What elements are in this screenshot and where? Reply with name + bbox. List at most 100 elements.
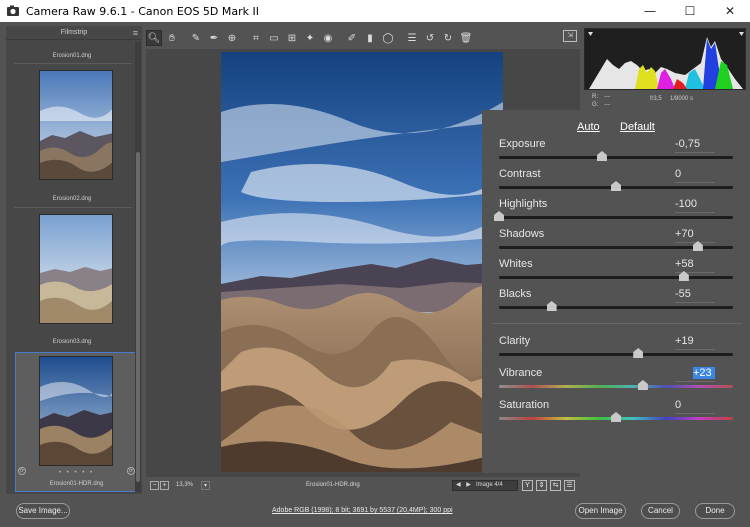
slider-value[interactable]: -0,75 xyxy=(675,138,715,150)
slider-vibrance[interactable]: Vibrance +23 xyxy=(499,367,735,397)
r-label: R: xyxy=(592,94,598,100)
slider-knob[interactable] xyxy=(611,412,621,422)
slider-highlights[interactable]: Highlights -100 xyxy=(494,198,735,228)
spot-removal-icon[interactable]: ✦ xyxy=(302,30,318,46)
toggle-settings-button[interactable]: ☰ xyxy=(564,480,575,491)
value-underline xyxy=(675,381,715,382)
thumbnail-erosion02[interactable] xyxy=(39,70,113,180)
slider-value[interactable]: +70 xyxy=(675,228,715,240)
slider-saturation[interactable]: Saturation 0 xyxy=(499,399,735,429)
open-image-button[interactable]: Open Image xyxy=(575,503,626,519)
filmstrip-header: Filmstrip ≡ xyxy=(6,26,142,40)
nav-arrows[interactable]: ◀ ▶ xyxy=(456,481,473,490)
toolbar: 🔍︎ ✋︎ ✎ ✒ ⊕ ⌗ ▭ ⊞ ✦ ◉ ✐ ▮ ◯ ☰ ↺ ↻ 🗑︎ xyxy=(146,28,580,48)
slider-label: Exposure xyxy=(499,138,546,150)
slider-value[interactable]: -100 xyxy=(675,198,715,210)
camera-raw-app-icon xyxy=(7,5,19,16)
radial-filter-icon[interactable]: ◯ xyxy=(380,30,396,46)
slider-label: Blacks xyxy=(499,288,532,300)
slider-value[interactable]: -55 xyxy=(675,288,715,300)
scrollbar-thumb[interactable] xyxy=(136,152,140,482)
slider-clarity[interactable]: Clarity +19 xyxy=(499,335,735,365)
slider-knob[interactable] xyxy=(633,348,644,358)
thumbnail-name: Erosion01.dng xyxy=(52,53,92,59)
filmstrip-panel: Filmstrip ≡ Erosion01.dng Erosion02.dng … xyxy=(6,26,142,494)
close-button[interactable]: ✕ xyxy=(710,0,750,22)
minimize-button[interactable]: — xyxy=(630,0,670,22)
before-after-button[interactable]: Y xyxy=(522,480,533,491)
rotate-left-icon[interactable]: ↺ xyxy=(422,30,438,46)
slider-track[interactable] xyxy=(499,306,733,309)
value-underline xyxy=(675,242,715,243)
default-link[interactable]: Default xyxy=(620,121,655,133)
slider-value[interactable]: +58 xyxy=(675,258,715,270)
swap-settings-button[interactable]: ⇕ xyxy=(536,480,547,491)
slider-whites[interactable]: Whites +58 xyxy=(499,258,735,288)
slider-exposure[interactable]: Exposure -0,75 xyxy=(499,138,735,168)
done-button[interactable]: Done xyxy=(695,503,735,519)
white-balance-icon[interactable]: ✎ xyxy=(188,30,204,46)
thumbnail-name: Erosion01-HDR.dng xyxy=(49,481,104,487)
workflow-options-link[interactable]: Adobe RGB (1998); 8 bit; 3691 by 5537 (2… xyxy=(272,507,453,514)
rotate-right-icon[interactable]: ↻ xyxy=(440,30,456,46)
targeted-adjustment-icon[interactable]: ⊕ xyxy=(224,30,240,46)
slider-value[interactable]: 0 xyxy=(675,399,715,411)
slider-track[interactable] xyxy=(499,353,733,356)
auto-link[interactable]: Auto xyxy=(577,121,600,133)
transform-icon[interactable]: ⊞ xyxy=(284,30,300,46)
slider-knob[interactable] xyxy=(494,211,504,221)
filmstrip-scrollbar[interactable] xyxy=(135,42,141,492)
slider-knob[interactable] xyxy=(596,151,607,161)
straighten-icon[interactable]: ▭ xyxy=(266,30,282,46)
trash-icon[interactable]: 🗑︎ xyxy=(458,30,474,46)
color-sampler-icon[interactable]: ✒ xyxy=(206,30,222,46)
preview-image xyxy=(221,52,503,472)
window-title: Camera Raw 9.6.1 - Canon EOS 5D Mark II xyxy=(26,4,260,18)
slider-knob[interactable] xyxy=(637,380,648,390)
save-image-button[interactable]: Save Image... xyxy=(16,503,70,519)
title-bar: Camera Raw 9.6.1 - Canon EOS 5D Mark II … xyxy=(0,0,750,22)
value-underline xyxy=(675,349,715,350)
thumbnail-selected[interactable]: ⟳ ⟳ • • • • • Erosion01-HDR.dng xyxy=(15,352,138,492)
graduated-filter-icon[interactable]: ▮ xyxy=(362,30,378,46)
histogram xyxy=(584,28,746,90)
zoom-out-button[interactable]: − xyxy=(150,481,159,490)
canvas-status-bar: − + 13,3% ▾ Erosion01-HDR.dng ◀ ▶ Image … xyxy=(146,479,580,493)
thumbnail-erosion03[interactable] xyxy=(39,214,113,324)
zoom-dropdown-icon[interactable]: ▾ xyxy=(201,481,210,490)
slider-knob[interactable] xyxy=(546,301,557,311)
slider-value[interactable]: +19 xyxy=(675,335,715,347)
slider-track[interactable] xyxy=(499,385,733,388)
slider-label: Saturation xyxy=(499,399,550,411)
slider-knob[interactable] xyxy=(611,181,621,191)
hand-tool-icon[interactable]: ✋︎ xyxy=(164,30,180,46)
slider-value[interactable]: 0 xyxy=(675,168,715,180)
maximize-button[interactable]: ☐ xyxy=(670,0,710,22)
adjustment-brush-icon[interactable]: ✐ xyxy=(344,30,360,46)
slider-blacks[interactable]: Blacks -55 xyxy=(499,288,735,318)
slider-value[interactable]: +23 xyxy=(693,367,715,379)
crop-icon[interactable]: ⌗ xyxy=(248,30,264,46)
section-divider xyxy=(492,323,742,324)
preferences-icon[interactable]: ☰ xyxy=(404,30,420,46)
value-underline xyxy=(675,212,715,213)
red-eye-icon[interactable]: ◉ xyxy=(320,30,336,46)
cancel-button[interactable]: Cancel xyxy=(641,503,680,519)
slider-track[interactable] xyxy=(499,216,733,219)
value-underline xyxy=(675,182,715,183)
histogram-info: R: --- G: --- f/3,5 1/8000 s xyxy=(584,92,746,110)
fullscreen-icon[interactable]: ⇲ xyxy=(563,30,577,42)
thumbnail-divider xyxy=(14,207,132,208)
zoom-in-button[interactable]: + xyxy=(160,481,169,490)
slider-track[interactable] xyxy=(499,276,733,279)
zoom-tool-icon[interactable]: 🔍︎ xyxy=(146,30,162,46)
value-underline xyxy=(675,413,715,414)
slider-label: Vibrance xyxy=(499,367,543,379)
slider-track[interactable] xyxy=(499,156,733,159)
slider-contrast[interactable]: Contrast 0 xyxy=(499,168,735,198)
rating-dots[interactable]: • • • • • xyxy=(16,470,137,476)
filmstrip-menu-icon[interactable]: ≡ xyxy=(133,26,138,40)
copy-settings-button[interactable]: ⇆ xyxy=(550,480,561,491)
zoom-level[interactable]: 13,3% xyxy=(176,482,193,488)
slider-shadows[interactable]: Shadows +70 xyxy=(499,228,735,258)
